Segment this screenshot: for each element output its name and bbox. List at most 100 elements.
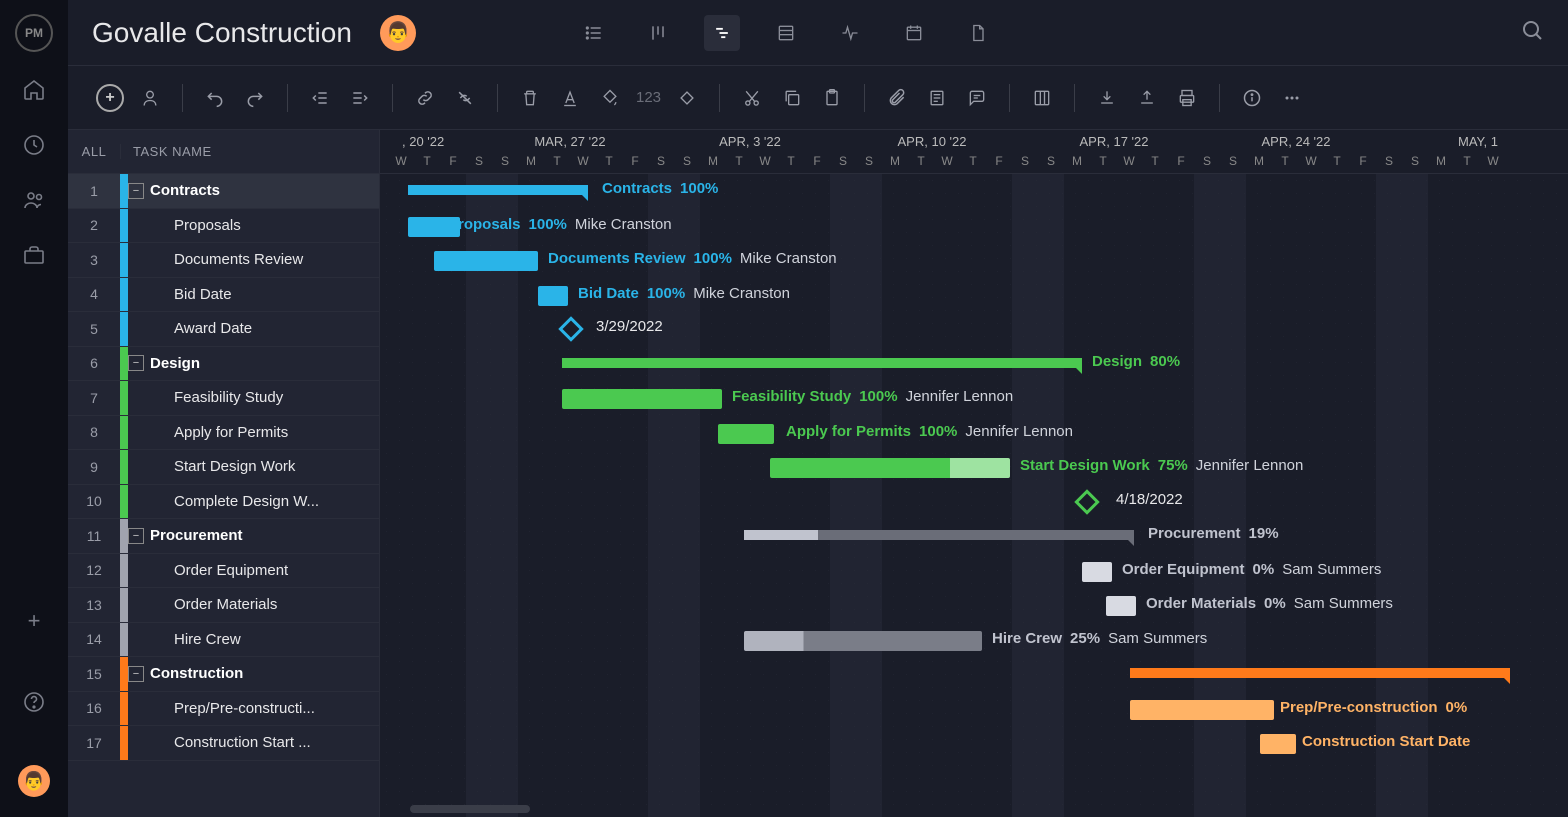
task-row[interactable]: 13Order Materials xyxy=(68,588,379,623)
row-number: 15 xyxy=(68,666,120,682)
sheet-view-icon[interactable] xyxy=(768,15,804,51)
clock-icon[interactable] xyxy=(22,133,46,162)
col-name-header[interactable]: TASK NAME xyxy=(120,144,379,159)
gantt-bar[interactable] xyxy=(434,251,538,271)
task-row[interactable]: 6−Design xyxy=(68,347,379,382)
user-avatar-small[interactable] xyxy=(18,765,50,797)
link-icon[interactable] xyxy=(411,84,439,112)
task-row[interactable]: 2Proposals xyxy=(68,209,379,244)
fill-icon[interactable] xyxy=(596,84,624,112)
gantt-bar[interactable] xyxy=(718,424,774,444)
search-icon[interactable] xyxy=(1520,18,1544,47)
app-header: Govalle Construction xyxy=(68,0,1568,66)
day-label: M xyxy=(1428,154,1454,168)
left-nav: PM + xyxy=(0,0,68,817)
collapse-icon[interactable]: − xyxy=(128,666,144,682)
task-row[interactable]: 12Order Equipment xyxy=(68,554,379,589)
task-row[interactable]: 15−Construction xyxy=(68,657,379,692)
task-label: Hire Crew xyxy=(174,631,379,648)
day-label: T xyxy=(778,154,804,168)
gantt-bar[interactable] xyxy=(1106,596,1136,616)
day-label: S xyxy=(674,154,700,168)
toolbar-number[interactable]: 123 xyxy=(636,89,661,106)
notes-icon[interactable] xyxy=(923,84,951,112)
list-view-icon[interactable] xyxy=(576,15,612,51)
task-row[interactable]: 7Feasibility Study xyxy=(68,381,379,416)
task-row[interactable]: 11−Procurement xyxy=(68,519,379,554)
info-icon[interactable] xyxy=(1238,84,1266,112)
gantt-bar[interactable] xyxy=(538,286,568,306)
task-label: Order Equipment xyxy=(174,562,379,579)
copy-icon[interactable] xyxy=(778,84,806,112)
add-button[interactable]: + xyxy=(28,608,41,634)
app-logo[interactable]: PM xyxy=(15,14,53,52)
task-label: Start Design Work xyxy=(174,458,379,475)
gantt-summary-bar[interactable] xyxy=(1130,668,1510,678)
home-icon[interactable] xyxy=(22,78,46,107)
row-number: 5 xyxy=(68,321,120,337)
task-row[interactable]: 14Hire Crew xyxy=(68,623,379,658)
people-icon[interactable] xyxy=(22,188,46,217)
briefcase-icon[interactable] xyxy=(22,243,46,272)
export-icon[interactable] xyxy=(1133,84,1161,112)
col-all-header[interactable]: ALL xyxy=(68,144,120,159)
gantt-bar[interactable] xyxy=(744,631,982,651)
day-label: S xyxy=(1038,154,1064,168)
diamond-icon[interactable] xyxy=(673,84,701,112)
redo-icon[interactable] xyxy=(241,84,269,112)
gantt-summary-bar[interactable] xyxy=(562,358,1082,368)
activity-icon[interactable] xyxy=(832,15,868,51)
task-row[interactable]: 8Apply for Permits xyxy=(68,416,379,451)
assign-icon[interactable] xyxy=(136,84,164,112)
file-view-icon[interactable] xyxy=(960,15,996,51)
indent-icon[interactable] xyxy=(346,84,374,112)
gantt-view-icon[interactable] xyxy=(704,15,740,51)
attachment-icon[interactable] xyxy=(883,84,911,112)
columns-icon[interactable] xyxy=(1028,84,1056,112)
task-label: Bid Date xyxy=(174,286,379,303)
undo-icon[interactable] xyxy=(201,84,229,112)
week-label: APR, 3 '22 xyxy=(719,134,781,149)
task-row[interactable]: 5 Award Date xyxy=(68,312,379,347)
cut-icon[interactable] xyxy=(738,84,766,112)
project-avatar[interactable] xyxy=(380,15,416,51)
task-row[interactable]: 16Prep/Pre-constructi... xyxy=(68,692,379,727)
outdent-icon[interactable] xyxy=(306,84,334,112)
bar-label: Hire Crew25%Sam Summers xyxy=(992,630,1207,647)
bar-label: Order Materials0%Sam Summers xyxy=(1146,595,1393,612)
task-label: Contracts xyxy=(150,182,379,199)
collapse-icon[interactable]: − xyxy=(128,355,144,371)
gantt-summary-bar[interactable] xyxy=(408,185,588,195)
collapse-icon[interactable]: − xyxy=(128,183,144,199)
horizontal-scrollbar[interactable] xyxy=(410,805,530,813)
gantt-panel: , 20 '22MAR, 27 '22APR, 3 '22APR, 10 '22… xyxy=(380,130,1568,817)
board-view-icon[interactable] xyxy=(640,15,676,51)
gantt-bar[interactable] xyxy=(1260,734,1296,754)
help-icon[interactable] xyxy=(22,690,46,719)
task-row[interactable]: 10Complete Design W... xyxy=(68,485,379,520)
day-label: W xyxy=(570,154,596,168)
task-row[interactable]: 1−Contracts xyxy=(68,174,379,209)
paste-icon[interactable] xyxy=(818,84,846,112)
task-row[interactable]: 17Construction Start ... xyxy=(68,726,379,761)
text-style-icon[interactable] xyxy=(556,84,584,112)
gantt-bar[interactable] xyxy=(1130,700,1274,720)
gantt-bar[interactable] xyxy=(562,389,722,409)
more-icon[interactable] xyxy=(1278,84,1306,112)
calendar-view-icon[interactable] xyxy=(896,15,932,51)
task-row[interactable]: 9Start Design Work xyxy=(68,450,379,485)
delete-icon[interactable] xyxy=(516,84,544,112)
task-row[interactable]: 4Bid Date xyxy=(68,278,379,313)
comment-icon[interactable] xyxy=(963,84,991,112)
gantt-summary-bar[interactable] xyxy=(744,530,1134,540)
import-icon[interactable] xyxy=(1093,84,1121,112)
gantt-bar[interactable] xyxy=(1082,562,1112,582)
add-task-button[interactable]: + xyxy=(96,84,124,112)
task-row[interactable]: 3Documents Review xyxy=(68,243,379,278)
unlink-icon[interactable] xyxy=(451,84,479,112)
collapse-icon[interactable]: − xyxy=(128,528,144,544)
gantt-bar[interactable] xyxy=(770,458,1010,478)
task-label: Award Date xyxy=(174,320,379,337)
print-icon[interactable] xyxy=(1173,84,1201,112)
day-label: S xyxy=(856,154,882,168)
